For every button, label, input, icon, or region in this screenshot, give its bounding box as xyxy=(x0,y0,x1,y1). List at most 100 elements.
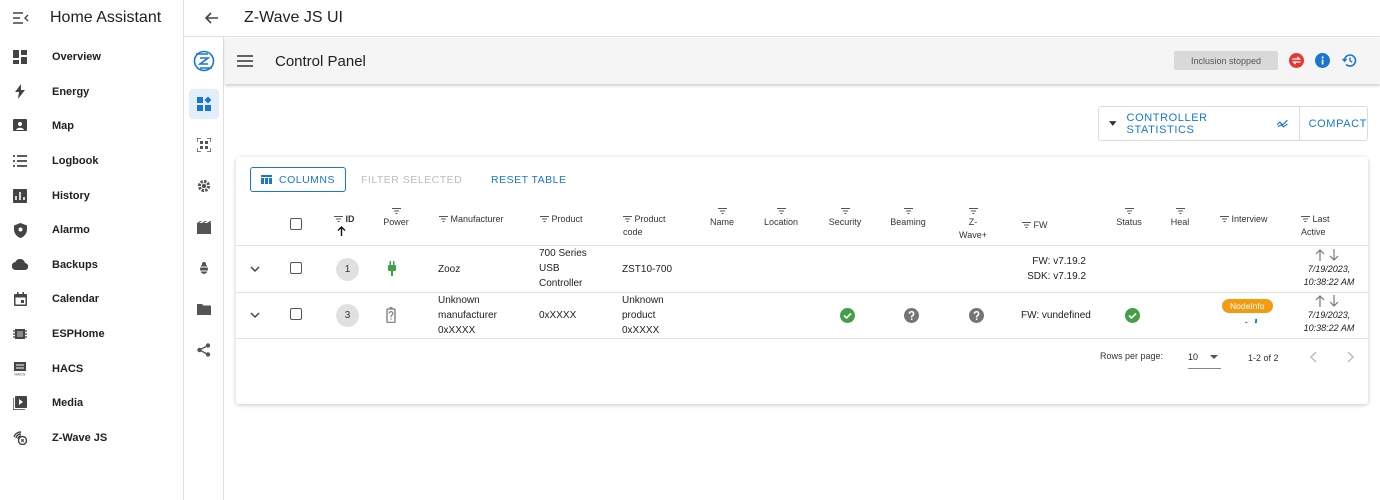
header-security[interactable]: Security xyxy=(828,208,862,229)
last-active-date: 7/19/2023, 10:38:22 AM xyxy=(1303,264,1355,287)
app-title: Z-Wave JS UI xyxy=(244,9,343,26)
product-cell: 700 Series USB Controller xyxy=(539,248,587,289)
stats-button-group: CONTROLLER STATISTICS COMPACT xyxy=(1098,106,1368,141)
sidebar-item-overview[interactable]: Overview xyxy=(0,40,183,75)
row-divider xyxy=(236,338,1368,339)
sidebar-item-label: Alarmo xyxy=(52,224,90,237)
filter-icon xyxy=(968,208,978,214)
sidebar-item-backups[interactable]: Backups xyxy=(0,248,183,283)
shield-icon xyxy=(12,222,28,238)
back-arrow-icon[interactable] xyxy=(202,8,222,28)
header-heal[interactable]: Heal xyxy=(1170,208,1190,229)
header-zwave-plus[interactable]: Z-Wave+ xyxy=(955,208,991,242)
product-code-cell: Unknown product 0xXXXX xyxy=(622,295,664,336)
filter-icon xyxy=(1301,216,1310,223)
compact-button[interactable]: COMPACT xyxy=(1300,118,1367,130)
header-location[interactable]: Location xyxy=(763,208,799,229)
header-product[interactable]: Product xyxy=(540,213,583,226)
product-code-cell: ZST10-700 xyxy=(622,264,673,275)
header-name[interactable]: Name xyxy=(710,208,734,229)
history-icon[interactable] xyxy=(1341,53,1357,68)
select-all-checkbox[interactable] xyxy=(290,218,302,230)
beaming-help-icon xyxy=(904,308,919,323)
filter-icon xyxy=(1220,216,1229,223)
zwave-logo-icon[interactable] xyxy=(189,44,219,78)
controller-swap-icon[interactable] xyxy=(1289,53,1304,68)
sidebar-item-calendar[interactable]: Calendar xyxy=(0,282,183,317)
sidebar-item-energy[interactable]: Energy xyxy=(0,75,183,110)
status-alive-icon xyxy=(1125,308,1140,323)
row-divider xyxy=(236,245,1368,246)
sort-arrows-icon xyxy=(1315,249,1339,261)
security-check-icon xyxy=(840,308,855,323)
info-icon[interactable] xyxy=(1315,53,1330,68)
hamburger-menu-icon[interactable] xyxy=(237,54,253,68)
media-icon xyxy=(12,395,28,411)
sidebar-item-label: History xyxy=(52,189,90,202)
filter-selected-button: FILTER SELECTED xyxy=(361,174,463,186)
filter-icon xyxy=(903,208,913,214)
menu-collapse-icon[interactable] xyxy=(12,11,30,25)
rail-scenes-icon[interactable] xyxy=(189,212,219,242)
header-product-code[interactable]: Product code xyxy=(623,213,666,239)
row-checkbox[interactable] xyxy=(290,308,302,320)
top-bar: Z-Wave JS UI xyxy=(184,0,1380,37)
calendar-icon xyxy=(12,291,28,307)
controller-statistics-button[interactable]: CONTROLLER STATISTICS xyxy=(1099,107,1300,140)
header-manufacturer[interactable]: Manufacturer xyxy=(439,213,504,226)
header-last-active[interactable]: Last Active xyxy=(1301,213,1330,239)
header-power[interactable]: Power xyxy=(382,208,410,229)
ha-sidebar: Home Assistant Overview Energy Map Logbook H… xyxy=(0,0,184,500)
sidebar-item-map[interactable]: Map xyxy=(0,109,183,144)
columns-label: COLUMNS xyxy=(278,173,335,186)
sidebar-item-alarmo[interactable]: Alarmo xyxy=(0,213,183,248)
cloud-icon xyxy=(12,257,28,273)
interview-progress-icon xyxy=(1245,318,1257,323)
header-fw[interactable]: FW xyxy=(1022,219,1048,232)
ha-header: Home Assistant xyxy=(0,0,183,36)
expand-chevron-icon[interactable] xyxy=(250,310,260,320)
prev-page-icon[interactable] xyxy=(1309,351,1319,363)
zwave-nav-rail xyxy=(184,37,224,500)
sidebar-item-label: Media xyxy=(52,397,84,410)
rail-store-icon[interactable] xyxy=(189,294,219,324)
header-interview[interactable]: Interview xyxy=(1220,213,1268,226)
ha-title: Home Assistant xyxy=(50,9,162,26)
chip-icon xyxy=(12,326,28,342)
row-checkbox[interactable] xyxy=(290,262,302,274)
sidebar-item-z-wave-js[interactable]: Z-Wave JS xyxy=(0,421,183,456)
rail-debug-icon[interactable] xyxy=(189,253,219,283)
next-page-icon[interactable] xyxy=(1345,351,1355,363)
zwave-icon xyxy=(12,430,28,446)
rows-per-page-label: Rows per page: xyxy=(1100,351,1164,361)
sidebar-item-history[interactable]: History xyxy=(0,178,183,213)
rows-per-page-select[interactable]: 10 xyxy=(1188,347,1221,369)
sidebar-item-label: Map xyxy=(52,120,74,133)
rail-network-graph-icon[interactable] xyxy=(189,335,219,365)
sidebar-item-esphome[interactable]: ESPHome xyxy=(0,317,183,352)
sidebar-item-label: Energy xyxy=(52,85,90,98)
sidebar-item-hacs[interactable]: HACS HACS xyxy=(0,351,183,386)
zwave-plus-help-icon xyxy=(969,308,984,323)
reset-table-button[interactable]: RESET TABLE xyxy=(491,174,567,186)
rail-settings-icon[interactable] xyxy=(189,171,219,201)
sidebar-item-logbook[interactable]: Logbook xyxy=(0,144,183,179)
header-id[interactable]: ID xyxy=(334,213,355,240)
header-status[interactable]: Status xyxy=(1115,208,1143,229)
sidebar-item-label: Overview xyxy=(52,51,101,64)
rail-smart-start-icon[interactable] xyxy=(189,130,219,160)
node-id-badge: 3 xyxy=(336,304,359,327)
expand-chevron-icon[interactable] xyxy=(250,264,260,274)
header-beaming[interactable]: Beaming xyxy=(890,208,926,229)
filter-icon xyxy=(391,208,401,214)
product-cell: 0xXXXX xyxy=(539,310,577,321)
columns-button[interactable]: COLUMNS xyxy=(250,167,346,192)
filter-icon xyxy=(717,208,727,214)
hacs-icon: HACS xyxy=(12,361,28,377)
filter-icon xyxy=(776,208,786,214)
rail-control-panel-icon[interactable] xyxy=(188,89,219,119)
svg-text:HACS: HACS xyxy=(14,371,25,376)
sidebar-item-media[interactable]: Media xyxy=(0,386,183,421)
chart-icon xyxy=(12,188,28,204)
inclusion-status-badge[interactable]: Inclusion stopped xyxy=(1173,51,1278,70)
